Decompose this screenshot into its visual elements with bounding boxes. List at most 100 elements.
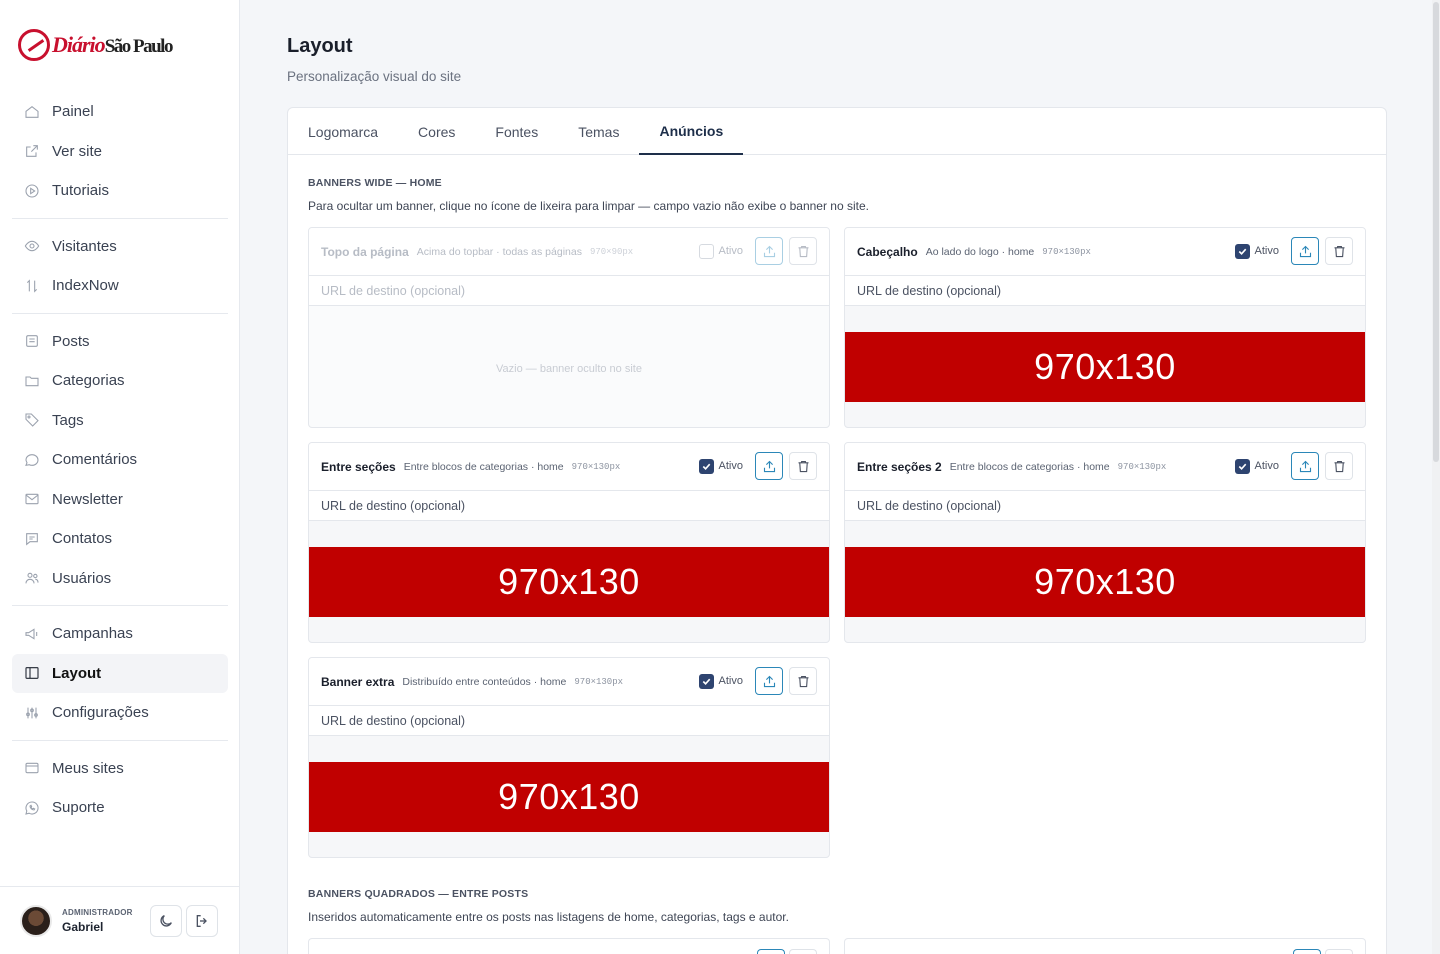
slot-header: Entre seções Entre blocos de categorias ·… [309,443,829,491]
sidebar-item-tags[interactable]: Tags [12,401,228,441]
sidebar-item-layout[interactable]: Layout [12,653,228,693]
sidebar-item-categorias[interactable]: Categorias [12,361,228,401]
sidebar-item-suporte[interactable]: Suporte [12,788,228,828]
megaphone-icon [24,626,40,642]
banner-preview: 970x130 [309,547,829,617]
upload-button[interactable] [755,667,783,695]
upload-button[interactable] [755,237,783,265]
sidebar-item-label: IndexNow [52,277,119,295]
trash-icon [1332,459,1347,474]
destination-url-input[interactable]: URL de destino (opcional) [845,276,1365,306]
sidebar-item-tutoriais[interactable]: Tutoriais [12,171,228,211]
active-checkbox[interactable] [1234,458,1250,474]
delete-button[interactable] [789,949,817,954]
upload-button[interactable] [755,452,783,480]
sidebar-item-campanhas[interactable]: Campanhas [12,614,228,654]
page-title: Layout [287,35,353,57]
tab-temas[interactable]: Temas [558,108,639,155]
tab-cores[interactable]: Cores [398,108,475,155]
banner-slot: Entre seções 2 Entre blocos de categorias… [844,442,1366,643]
destination-url-input[interactable]: URL de destino (opcional) [309,276,829,306]
slot-name: Entre seções 2 [857,459,942,474]
slot-description: Entre blocos de categorias · home [403,460,564,473]
tab-fontes[interactable]: Fontes [475,108,558,155]
sidebar-item-label: Comentários [52,451,138,469]
whatsapp-icon [24,800,40,816]
banner-preview: 970x130 [845,332,1365,402]
tab-logomarca[interactable]: Logomarca [288,108,398,155]
upload-icon [762,244,777,259]
sidebar-item-label: Suporte [52,799,105,817]
document-icon [24,333,40,349]
tab-anuncios[interactable]: Anúncios [639,108,744,155]
trash-icon [796,674,811,689]
dark-mode-button[interactable] [150,904,182,937]
slot-controls: Ativo [1234,237,1353,265]
sidebar-item-usuarios[interactable]: Usuários [12,559,228,599]
tab-bar: Logomarca Cores Fontes Temas Anúncios [288,108,1386,155]
nav-divider [12,739,228,741]
empty-banner-message: Vazio — banner oculto no site [496,363,642,375]
upload-icon [762,459,777,474]
folder-icon [24,373,40,389]
sidebar-item-label: Tags [52,411,84,429]
sidebar-item-configuracoes[interactable]: Configurações [12,693,228,733]
square-slot-1 [308,938,830,954]
sidebar-item-label: Posts [52,332,90,350]
sidebar-item-label: Categorias [52,372,125,390]
active-label: Ativo [718,460,743,472]
sidebar-item-newsletter[interactable]: Newsletter [12,480,228,520]
upload-icon [1298,244,1313,259]
avatar[interactable] [20,904,52,937]
sidebar-item-label: Campanhas [52,625,133,643]
active-checkbox[interactable] [698,458,714,474]
active-checkbox[interactable] [1234,243,1250,259]
sidebar-item-meus-sites[interactable]: Meus sites [12,749,228,789]
page-subtitle: Personalização visual do site [287,69,462,84]
section-desc-square: Inseridos automaticamente entre os posts… [308,910,789,924]
sidebar-item-comentarios[interactable]: Comentários [12,440,228,480]
layout-icon [24,665,40,681]
upload-button[interactable] [1291,237,1319,265]
sidebar-item-label: Contatos [52,530,113,548]
logout-button[interactable] [186,904,218,937]
sidebar-item-label: Visitantes [52,237,117,255]
delete-button[interactable] [1325,452,1353,480]
slot-description: Distribuído entre conteúdos · home [402,675,567,688]
upload-icon [762,674,777,689]
delete-button[interactable] [1325,949,1353,954]
slot-name: Topo da página [321,244,409,259]
upload-button[interactable] [1293,949,1321,954]
slot-size: 970×130px [574,676,623,687]
sidebar-item-painel[interactable]: Painel [12,92,228,132]
sliders-icon [24,705,40,721]
home-icon [24,104,40,120]
sidebar-item-label: Layout [52,664,102,682]
sidebar-item-label: Ver site [52,142,103,160]
delete-button[interactable] [1325,237,1353,265]
eye-icon [24,238,40,254]
external-link-icon [24,143,40,159]
delete-button[interactable] [789,667,817,695]
globe-logo-icon [18,29,50,61]
destination-url-input[interactable]: URL de destino (opcional) [309,491,829,521]
sidebar-item-contatos[interactable]: Contatos [12,519,228,559]
sidebar-item-indexnow[interactable]: IndexNow [12,266,228,306]
upload-button[interactable] [1291,452,1319,480]
active-checkbox[interactable] [698,243,714,259]
delete-button[interactable] [789,452,817,480]
active-checkbox[interactable] [698,673,714,689]
site-logo[interactable]: DiárioSão Paulo [18,26,173,64]
active-label: Ativo [1254,245,1279,257]
sidebar-item-visitantes[interactable]: Visitantes [12,227,228,267]
sidebar-item-posts[interactable]: Posts [12,322,228,362]
scrollbar-thumb[interactable] [1433,2,1439,462]
destination-url-input[interactable]: URL de destino (opcional) [309,706,829,736]
upload-button[interactable] [757,949,785,954]
sidebar-item-ver-site[interactable]: Ver site [12,132,228,172]
sidebar-item-label: Configurações [52,704,149,722]
slot-description: Entre blocos de categorias · home [949,460,1110,473]
page-scrollbar[interactable] [1432,0,1440,954]
delete-button[interactable] [789,237,817,265]
destination-url-input[interactable]: URL de destino (opcional) [845,491,1365,521]
